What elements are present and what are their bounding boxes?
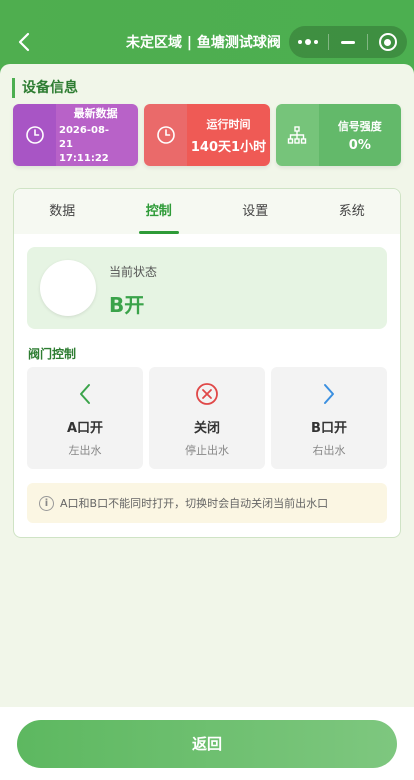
valve-button-label: B口开 — [311, 421, 347, 436]
card-value: 0% — [348, 137, 371, 153]
status-value: B开 — [109, 293, 145, 317]
card-label: 最新数据 — [73, 106, 118, 120]
return-button[interactable]: 返回 — [17, 720, 397, 768]
minimize-button[interactable] — [329, 26, 368, 58]
card-value: 2026-08-21 17:11:22 — [59, 124, 110, 164]
close-circle-icon — [196, 383, 218, 405]
minimize-icon — [341, 40, 355, 44]
back-button[interactable] — [10, 28, 38, 56]
clock-icon — [25, 126, 44, 144]
runtime-card: 运行时间 140天1小时 — [144, 104, 270, 166]
close-valve-button[interactable]: 关闭 停止出水 — [149, 367, 265, 469]
card-value: 140天1小时 — [190, 139, 267, 155]
more-button[interactable] — [289, 26, 328, 58]
control-panel: 数据 控制 设置 系统 当前状态 B开 阀门控制 A口开 左出水 关闭 停止出水 — [13, 188, 401, 538]
valve-buttons: A口开 左出水 关闭 停止出水 B口开 右出水 — [27, 367, 387, 469]
section-title-device-info: 设备信息 — [12, 78, 78, 98]
chevron-left-icon — [18, 32, 30, 52]
current-status-box: 当前状态 B开 — [27, 247, 387, 329]
mini-program-capsule — [289, 26, 407, 58]
valve-button-label: 关闭 — [193, 421, 220, 436]
open-b-button[interactable]: B口开 右出水 — [271, 367, 387, 469]
bottom-bar: 返回 — [0, 707, 414, 780]
chevron-right-icon — [324, 384, 334, 404]
tab-settings[interactable]: 设置 — [207, 189, 304, 234]
close-miniprogram-button[interactable] — [368, 26, 407, 58]
chevron-left-icon — [80, 384, 90, 404]
open-a-button[interactable]: A口开 左出水 — [27, 367, 143, 469]
status-indicator — [40, 260, 96, 316]
card-label: 运行时间 — [206, 117, 251, 131]
tab-control[interactable]: 控制 — [111, 189, 208, 234]
device-info-cards: 最新数据 2026-08-21 17:11:22 运行时间 140天1小时 信号… — [13, 104, 401, 166]
signal-card: 信号强度 0% — [275, 104, 401, 166]
status-label: 当前状态 — [109, 265, 158, 279]
valve-button-sub: 左出水 — [68, 444, 102, 457]
notice-bar: i A口和B口不能同时打开，切换时会自动关闭当前出水口 — [27, 483, 387, 523]
valve-button-sub: 停止出水 — [185, 444, 229, 457]
more-dots-icon — [298, 39, 319, 45]
target-icon — [378, 33, 397, 51]
latest-data-card: 最新数据 2026-08-21 17:11:22 — [13, 104, 139, 166]
tab-bar: 数据 控制 设置 系统 — [14, 189, 400, 234]
valve-control-title: 阀门控制 — [28, 347, 77, 361]
clock-icon — [157, 126, 175, 144]
page-title: 未定区域 | 鱼塘测试球阀 — [126, 35, 281, 51]
notice-text: A口和B口不能同时打开，切换时会自动关闭当前出水口 — [60, 497, 329, 510]
tab-system[interactable]: 系统 — [304, 189, 401, 234]
tab-data[interactable]: 数据 — [14, 189, 111, 234]
network-icon — [287, 126, 307, 144]
valve-button-label: A口开 — [66, 421, 104, 436]
valve-button-sub: 右出水 — [312, 444, 346, 457]
info-icon: i — [39, 495, 54, 511]
card-label: 信号强度 — [337, 119, 382, 133]
